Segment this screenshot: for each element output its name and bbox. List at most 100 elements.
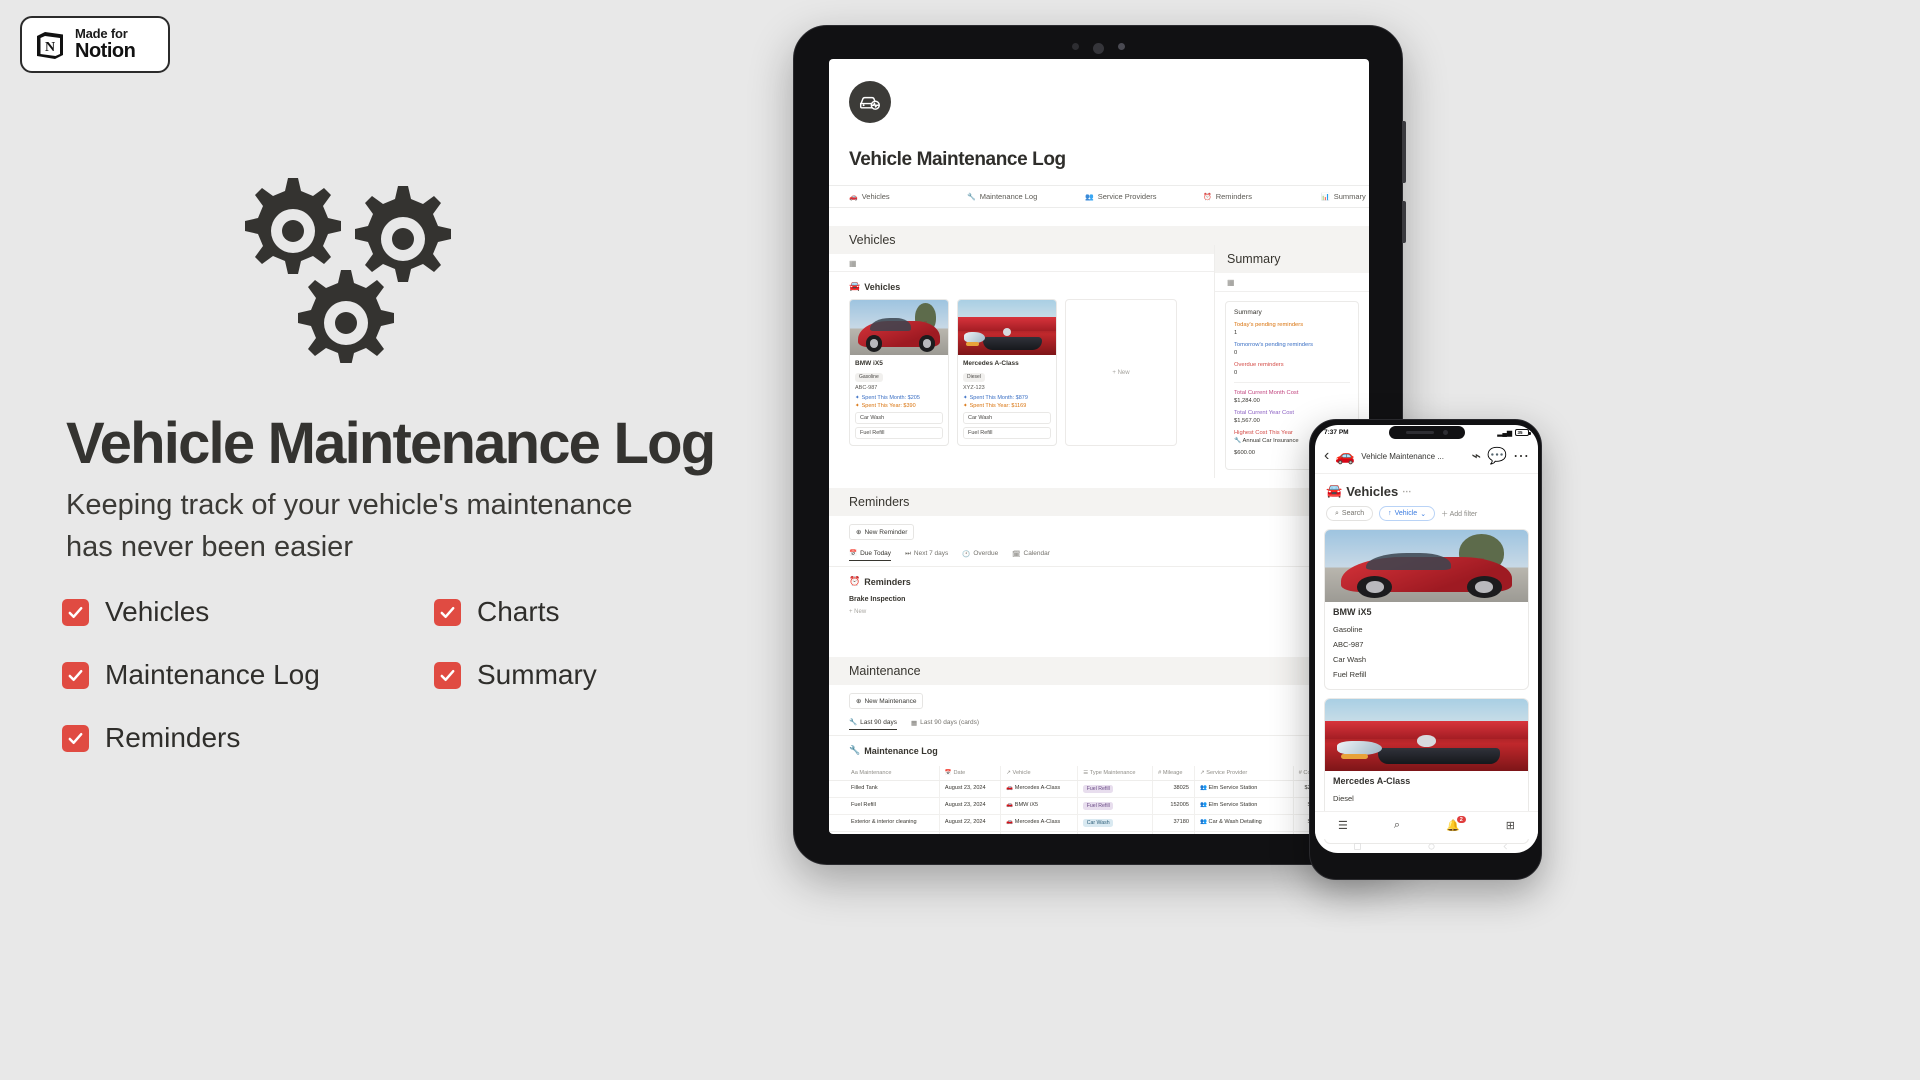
vehicle-property: Gasoline — [1333, 625, 1363, 634]
car-icon: 🚗 — [1006, 819, 1014, 825]
cell-vehicle: 🚗 Mercedes A-Class — [1000, 780, 1079, 798]
type-tag: Car Wash — [1083, 819, 1114, 827]
sort-vehicle-chip[interactable]: ↑ Vehicle ⌄ — [1379, 506, 1436, 521]
page-icon-car-pulse-icon[interactable] — [849, 81, 891, 123]
list-icon[interactable]: ☰ — [1338, 819, 1348, 832]
search-icon[interactable]: ⌕ — [1394, 819, 1400, 832]
feature-item-maintenance-log: Maintenance Log — [62, 659, 434, 691]
search-input[interactable]: ⌕ Search — [1326, 506, 1374, 521]
tab-vehicles[interactable]: 🚗 Vehicles — [849, 192, 967, 201]
column-header-service-provider[interactable]: ↗ Service Provider — [1194, 766, 1294, 781]
gallery-view-icon: ▦ — [910, 719, 918, 727]
tab-reminders[interactable]: ⏰ Reminders — [1203, 192, 1321, 201]
add-filter-button[interactable]: ＋ Add filter — [1441, 509, 1477, 519]
back-icon[interactable] — [1502, 843, 1509, 850]
gallery-view-icon[interactable]: ▦ — [1227, 278, 1236, 287]
cell-service-provider: 👥 Car & Wash Detailing — [1194, 814, 1294, 832]
plus-box-icon[interactable]: ⊞ — [1506, 819, 1515, 832]
phone-database-title: 🚘 Vehicles ⋯ — [1326, 483, 1412, 499]
spent-this-month: ✦ Spent This Month: $205 — [855, 394, 920, 401]
people-icon: 👥 — [1200, 819, 1207, 825]
cell-vehicle: 🚗 Mercedes A-Class — [1000, 814, 1079, 832]
divider — [1234, 382, 1350, 383]
maintenance-section-band: Maintenance — [829, 657, 1369, 685]
cost-key: Total Current Year Cost — [1234, 410, 1294, 416]
new-vehicle-card-button[interactable]: + New — [1065, 299, 1177, 446]
share-icon[interactable]: ⌁ — [1471, 446, 1481, 466]
feature-item-charts: Charts — [434, 596, 559, 628]
stat-value: 1 — [1234, 330, 1238, 336]
back-icon[interactable]: ‹ — [1324, 447, 1329, 465]
tab-service-providers[interactable]: 👥 Service Providers — [1085, 192, 1203, 201]
vehicle-plate: XYZ-123 — [963, 384, 985, 391]
home-icon[interactable] — [1428, 842, 1435, 850]
vehicle-card[interactable]: BMW iX5 Gasoline ABC-987 ✦ Spent This Mo… — [849, 299, 949, 446]
search-icon: ⌕ — [1335, 509, 1339, 517]
column-header-date[interactable]: 📅 Date — [939, 766, 1002, 781]
vehicle-property: ABC-987 — [1333, 640, 1364, 649]
table-row[interactable]: Filled Tank August 23, 2024 🚗 Mercedes A-C… — [829, 780, 1369, 798]
recents-icon[interactable] — [1353, 842, 1361, 850]
tab-summary[interactable]: 📊 Summary — [1321, 192, 1369, 201]
alarm-icon: ⏰ — [1203, 193, 1212, 201]
view-tab-due-today[interactable]: 📅 Due Today — [849, 549, 892, 561]
phone-status-bar: 7:37 PM ▂▄▆ 35 — [1315, 425, 1538, 440]
spent-this-year: ✦ Spent This Year: $1169 — [963, 403, 1027, 409]
made-for-notion-badge: N Made for Notion — [20, 16, 170, 73]
view-tab-last-90-days-cards[interactable]: ▦ Last 90 days (cards) — [911, 718, 979, 730]
vehicle-name: BMW iX5 — [1333, 607, 1372, 617]
tablet-power-button — [1402, 201, 1406, 243]
phone-nav-bar: ‹ 🚗 Vehicle Maintenance ... ⌁ 💬 ⋯ — [1315, 440, 1538, 474]
column-header-vehicle[interactable]: ↗ Vehicle — [1000, 766, 1079, 781]
alarm-icon: ⏰ — [849, 576, 861, 586]
view-tab-overdue[interactable]: 🕐 Overdue — [962, 549, 998, 561]
front-camera-icon — [1442, 430, 1448, 435]
checkbox-checked-icon — [62, 724, 89, 752]
tab-label: Vehicles — [861, 192, 890, 201]
summary-view-toolbar: ▦ — [1215, 273, 1369, 292]
cell-service-provider: 👥 Elm Service Station — [1194, 797, 1294, 815]
view-tab-calendar[interactable]: 🗓 Calendar — [1012, 549, 1050, 561]
plus-circle-icon: ⊕ — [856, 698, 862, 705]
feature-label: Vehicles — [105, 596, 210, 627]
sensor-dot-icon — [1117, 43, 1125, 50]
phone-system-bar — [1320, 839, 1538, 853]
vehicle-name: Mercedes A-Class — [1333, 776, 1411, 786]
maintenance-section-heading: Maintenance — [849, 664, 921, 678]
phone-screen: 7:37 PM ▂▄▆ 35 ‹ 🚗 Vehicle Maintenance .… — [1315, 425, 1538, 853]
dot-icon: ✦ — [963, 394, 968, 401]
relation-icon: ↗ — [1006, 770, 1011, 776]
bell-icon[interactable]: 🔔 2 — [1446, 816, 1466, 832]
more-options-icon[interactable]: ⋯ — [1402, 486, 1411, 497]
new-reminder-row[interactable]: + New — [849, 609, 1369, 615]
gallery-view-icon[interactable]: ▦ — [849, 259, 858, 268]
phone-vehicle-card[interactable]: BMW iX5 Gasoline ABC-987 Car Wash Fuel R… — [1324, 529, 1529, 690]
vehicle-card[interactable]: Mercedes A-Class Diesel XYZ-123 ✦ Spent … — [957, 299, 1057, 446]
cell-maintenance: Fuel Refill — [829, 797, 940, 815]
notion-tab-bar: 🚗 Vehicles 🔧 Maintenance Log 👥 Service P… — [829, 185, 1369, 208]
tab-maintenance-log[interactable]: 🔧 Maintenance Log — [967, 192, 1085, 201]
reminder-item[interactable]: Brake Inspection — [849, 596, 1369, 603]
column-header-maintenance[interactable]: Aa Maintenance — [829, 766, 940, 781]
maintenance-table-body: Filled Tank August 23, 2024 🚗 Mercedes A-C… — [829, 780, 1369, 834]
phone-filter-bar: ⌕ Search ↑ Vehicle ⌄ ＋ Add filter — [1315, 499, 1538, 529]
column-header-mileage[interactable]: # Mileage — [1152, 766, 1195, 781]
new-maintenance-button[interactable]: ⊕ New Maintenance — [849, 693, 924, 709]
cell-mileage: 145006 — [1152, 831, 1195, 834]
feature-list: Vehicles Charts Maintenance Log Summary … — [62, 596, 682, 785]
view-tab-next-7-days[interactable]: ⏭ Next 7 days — [905, 549, 948, 561]
phone-device: 7:37 PM ▂▄▆ 35 ‹ 🚗 Vehicle Maintenance .… — [1309, 419, 1542, 880]
more-options-icon[interactable]: ⋯ — [1513, 446, 1529, 466]
table-row[interactable]: Exterior & interior cleaning August 22, 2… — [829, 814, 1369, 832]
new-reminder-button[interactable]: ⊕ New Reminder — [849, 524, 915, 540]
car-icon: 🚗 — [1006, 785, 1014, 791]
comment-icon[interactable]: 💬 — [1487, 446, 1507, 466]
table-row[interactable]: Tire rotation and balanceAugust 21, 2024… — [829, 831, 1369, 834]
maintenance-table: Aa Maintenance 📅 Date ↗ Vehicle ☰ Type M… — [829, 766, 1369, 834]
vehicle-chip: Fuel Refill — [855, 427, 943, 439]
view-tab-last-90-days[interactable]: 🔧 Last 90 days — [849, 718, 897, 730]
column-header-type-maintenance[interactable]: ☰ Type Maintenance — [1077, 766, 1154, 781]
people-icon: 👥 — [1085, 193, 1094, 201]
table-row[interactable]: Fuel Refill August 23, 2024 🚗 BMW iX5 Fuel … — [829, 797, 1369, 815]
spent-this-month: ✦ Spent This Month: $879 — [963, 394, 1028, 401]
